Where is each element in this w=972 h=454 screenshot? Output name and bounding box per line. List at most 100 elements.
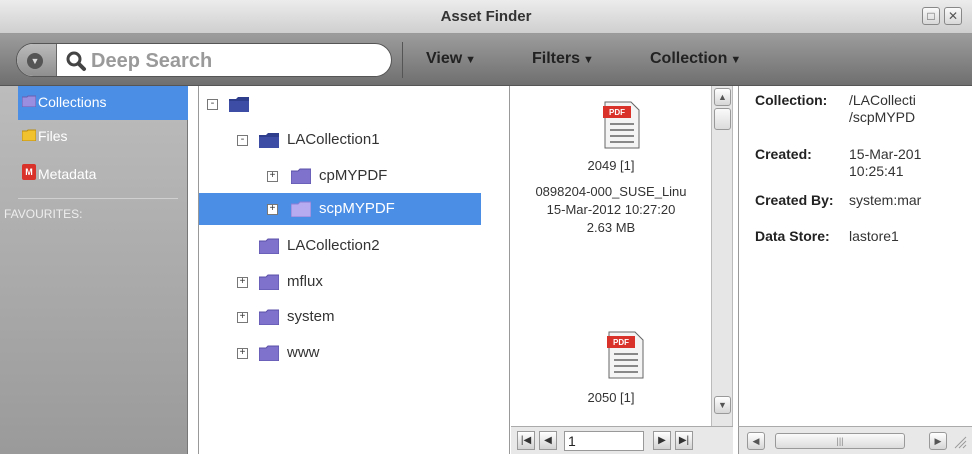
file-name: 0898204-000_SUSE_Linu bbox=[535, 184, 687, 199]
scroll-right-icon[interactable]: ▶ bbox=[929, 432, 947, 450]
detail-label: Data Store: bbox=[755, 228, 830, 244]
file-size: 2.63 MB bbox=[586, 220, 636, 235]
collections-folder-icon bbox=[22, 95, 36, 107]
tree-node-label: www bbox=[287, 344, 320, 361]
expand-icon[interactable]: + bbox=[237, 312, 248, 323]
detail-value-line: 10:25:41 bbox=[849, 163, 904, 179]
file-item[interactable]: PDF 2049 [1] 0898204-000_SUSE_Linu 15-Ma… bbox=[511, 86, 711, 266]
filters-menu[interactable]: Filters ▼ bbox=[532, 50, 594, 68]
tree-node-cpmypdf[interactable]: + cpMYPDF bbox=[199, 160, 499, 192]
sidebar-divider bbox=[18, 198, 178, 199]
file-id: 2050 [1] bbox=[587, 390, 635, 405]
toolbar: ▼ View▼ Filters▼ Collection▼ bbox=[0, 34, 972, 86]
folder-icon bbox=[259, 345, 279, 361]
view-menu-label: View bbox=[426, 50, 463, 67]
folder-icon bbox=[259, 238, 279, 254]
collapse-icon[interactable]: - bbox=[237, 135, 248, 146]
detail-value: lastore1 bbox=[849, 228, 899, 244]
collection-menu[interactable]: Collection ▼ bbox=[650, 50, 741, 68]
metadata-icon: M bbox=[22, 164, 36, 180]
svg-text:PDF: PDF bbox=[613, 338, 629, 347]
tree-node-scpmypdf[interactable]: + scpMYPDF bbox=[199, 193, 481, 225]
tree-node-system[interactable]: + system bbox=[199, 301, 499, 333]
toolbar-divider bbox=[402, 42, 403, 78]
expand-icon[interactable]: + bbox=[267, 171, 278, 182]
last-page-icon[interactable]: ▶| bbox=[675, 431, 693, 450]
collapse-icon[interactable]: - bbox=[207, 99, 218, 110]
tree-node-www[interactable]: + www bbox=[199, 337, 499, 369]
view-menu[interactable]: View ▼ bbox=[426, 50, 476, 68]
scroll-thumb[interactable] bbox=[714, 108, 731, 130]
sidebar-item-label: Files bbox=[38, 128, 68, 144]
detail-value: 15-Mar-201 10:25:41 bbox=[849, 146, 972, 180]
sidebar-item-label: Metadata bbox=[38, 166, 97, 182]
folder-icon bbox=[229, 97, 249, 112]
file-date: 15-Mar-2012 10:27:20 bbox=[546, 202, 676, 217]
search-input[interactable] bbox=[91, 48, 381, 74]
search-options-button[interactable]: ▼ bbox=[17, 44, 57, 76]
file-list-scrollbar[interactable]: ▲ ▼ bbox=[711, 86, 733, 426]
restore-icon[interactable]: □ bbox=[922, 7, 940, 25]
tree-node-mflux[interactable]: + mflux bbox=[199, 266, 499, 298]
search-icon bbox=[66, 51, 86, 71]
scroll-left-icon[interactable]: ◀ bbox=[747, 432, 765, 450]
file-list: PDF 2049 [1] 0898204-000_SUSE_Linu 15-Ma… bbox=[511, 86, 711, 426]
next-page-icon[interactable]: ▶ bbox=[653, 431, 671, 450]
tree-node-lacollection1[interactable]: - LACollection1 bbox=[199, 124, 499, 156]
detail-value: /LACollecti /scpMYPD bbox=[849, 92, 972, 126]
detail-label: Created By: bbox=[755, 192, 834, 208]
tree-node-lacollection2[interactable]: LACollection2 bbox=[199, 230, 499, 262]
folder-icon bbox=[291, 168, 311, 184]
filters-menu-label: Filters bbox=[532, 50, 581, 67]
tree-node-label: LACollection1 bbox=[287, 131, 380, 148]
svg-text:PDF: PDF bbox=[609, 108, 625, 117]
detail-value-line: 15-Mar-201 bbox=[849, 146, 922, 162]
tree-node-label: scpMYPDF bbox=[319, 200, 395, 217]
tree-node-label: cpMYPDF bbox=[319, 167, 388, 184]
dropdown-arrow-icon: ▼ bbox=[730, 54, 742, 66]
page-number-input[interactable] bbox=[564, 431, 644, 451]
search-box: ▼ bbox=[16, 43, 392, 77]
tree-node-label: LACollection2 bbox=[287, 237, 380, 254]
folder-icon bbox=[259, 133, 279, 148]
svg-text:M: M bbox=[25, 167, 33, 177]
file-id: 2049 [1] bbox=[587, 158, 635, 173]
file-item[interactable]: PDF 2050 [1] bbox=[511, 316, 711, 426]
sidebar-item-metadata[interactable]: M Metadata bbox=[18, 158, 188, 192]
sidebar-item-files[interactable]: Files bbox=[18, 120, 188, 154]
dropdown-arrow-icon: ▼ bbox=[583, 54, 594, 66]
collection-menu-label: Collection bbox=[650, 50, 728, 67]
files-folder-icon bbox=[22, 129, 36, 141]
details-scrollbar[interactable]: ◀ ||| ▶ bbox=[738, 426, 972, 454]
close-icon[interactable]: ✕ bbox=[944, 7, 962, 25]
details-panel: Collection: /LACollecti /scpMYPD Created… bbox=[738, 86, 972, 426]
first-page-icon[interactable]: |◀ bbox=[517, 431, 535, 450]
scroll-down-icon[interactable]: ▼ bbox=[714, 396, 731, 414]
folder-icon bbox=[259, 274, 279, 290]
sidebar: Collections Files M Metadata FAVOURITES: bbox=[0, 86, 188, 454]
scroll-up-icon[interactable]: ▲ bbox=[714, 88, 731, 106]
dropdown-arrow-icon: ▼ bbox=[465, 54, 477, 66]
detail-label: Created: bbox=[755, 146, 812, 162]
tree-node-label: mflux bbox=[287, 273, 323, 290]
expand-icon[interactable]: + bbox=[237, 348, 248, 359]
sidebar-item-collections[interactable]: Collections bbox=[18, 86, 188, 120]
expand-icon[interactable]: + bbox=[237, 277, 248, 288]
collection-tree: - - LACollection1 + cpMYPDF + scpMYPDF L… bbox=[198, 86, 510, 454]
detail-label: Collection: bbox=[755, 92, 828, 108]
tree-node-label: system bbox=[287, 308, 335, 325]
sidebar-item-label: Collections bbox=[38, 94, 107, 110]
scroll-thumb[interactable]: ||| bbox=[775, 433, 905, 449]
title-bar: Asset Finder □ ✕ bbox=[0, 0, 972, 34]
resize-grip-icon[interactable] bbox=[953, 435, 967, 449]
expand-icon[interactable]: + bbox=[267, 204, 278, 215]
tree-node-root[interactable]: - bbox=[199, 88, 499, 120]
prev-page-icon[interactable]: ◀ bbox=[539, 431, 557, 450]
detail-value: system:mar bbox=[849, 192, 922, 208]
folder-icon bbox=[291, 201, 311, 217]
pdf-file-icon: PDF bbox=[603, 101, 640, 149]
folder-icon bbox=[259, 309, 279, 325]
favourites-heading: FAVOURITES: bbox=[4, 207, 83, 221]
detail-value-line: /scpMYPD bbox=[849, 109, 916, 125]
window-title: Asset Finder bbox=[440, 8, 532, 25]
